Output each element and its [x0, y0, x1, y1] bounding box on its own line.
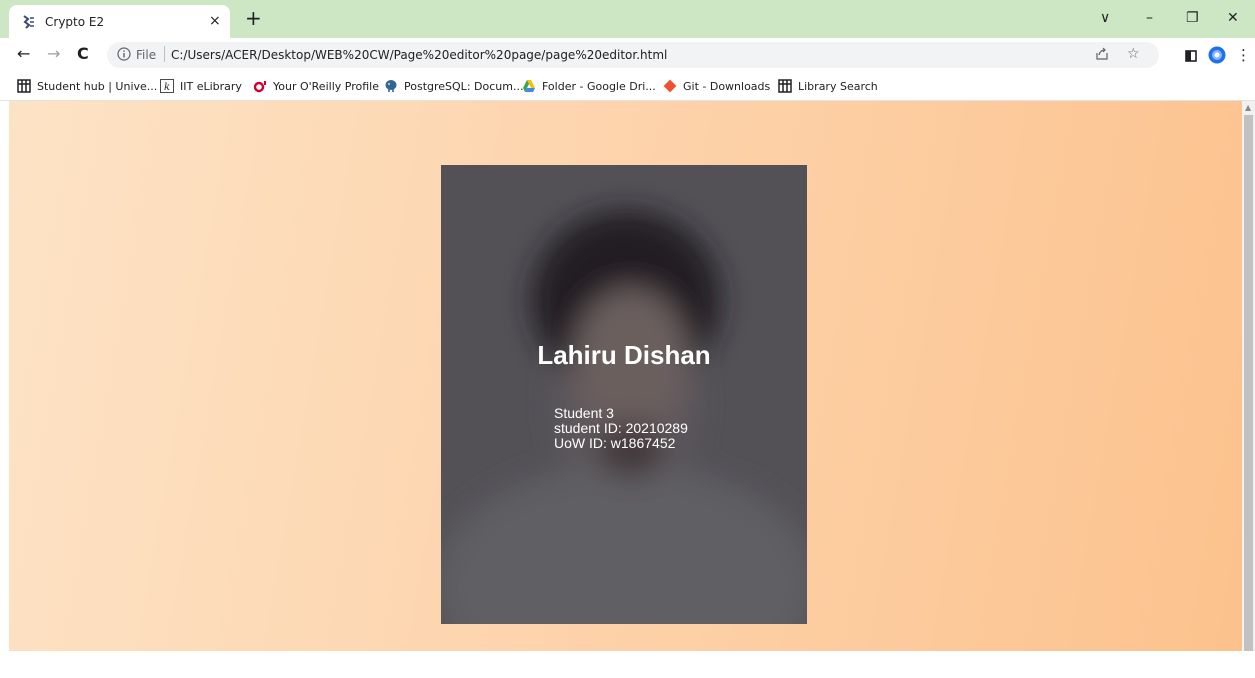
crypto-favicon-icon: [23, 15, 34, 29]
k-icon: k: [160, 79, 174, 93]
restore-icon[interactable]: ❐: [1186, 10, 1199, 26]
bookmark-label: Library Search: [798, 79, 878, 93]
uow-id: UoW ID: w1867452: [554, 435, 676, 451]
window-bottom-edge: [0, 651, 1255, 678]
bookmark-label: PostgreSQL: Docum...: [404, 79, 524, 93]
share-icon[interactable]: [1095, 47, 1109, 61]
minimize-icon[interactable]: –: [1146, 10, 1153, 26]
page-viewport: Lahiru Dishan Student 3 student ID: 2021…: [9, 101, 1242, 651]
address-bar[interactable]: File C:/Users/ACER/Desktop/WEB%20CW/Page…: [107, 42, 1159, 68]
bookmarks-bar: Student hub | Unive... k IIT eLibrary Yo…: [0, 72, 1255, 101]
bookmark-git-downloads[interactable]: Git - Downloads: [663, 78, 770, 94]
grid-icon: [17, 79, 31, 93]
elephant-icon: [385, 80, 397, 92]
scrollbar-thumb[interactable]: [1244, 115, 1253, 655]
bookmark-oreilly[interactable]: Your O'Reilly Profile: [253, 78, 379, 94]
scheme-divider: [164, 46, 165, 62]
bookmark-label: Git - Downloads: [683, 79, 771, 93]
bookmark-iit-elibrary[interactable]: k IIT eLibrary: [160, 78, 242, 94]
bookmark-label: Your O'Reilly Profile: [273, 79, 379, 93]
info-icon[interactable]: [117, 47, 131, 61]
bookmark-label: IIT eLibrary: [180, 79, 242, 93]
vertical-scrollbar[interactable]: ▲: [1242, 101, 1255, 655]
scroll-up-arrow-icon[interactable]: ▲: [1245, 103, 1251, 112]
tab-strip: Crypto E2 × + ∨ – ❐ ✕: [0, 0, 1255, 38]
svg-text:k: k: [164, 82, 170, 93]
bookmark-google-drive[interactable]: Folder - Google Dri...: [522, 78, 656, 94]
student-id: student ID: 20210289: [554, 420, 688, 436]
menu-kebab-icon[interactable]: ⋮: [1236, 47, 1251, 63]
student-name: Lahiru Dishan: [537, 340, 711, 370]
bookmark-label: Folder - Google Dri...: [542, 79, 656, 93]
reload-icon[interactable]: C: [77, 46, 89, 62]
bookmark-star-icon[interactable]: ☆: [1127, 47, 1140, 61]
url-text[interactable]: C:/Users/ACER/Desktop/WEB%20CW/Page%20ed…: [171, 48, 667, 62]
scheme-label: File: [136, 48, 157, 62]
side-panel-icon[interactable]: [1185, 50, 1197, 62]
student-profile-card: Lahiru Dishan Student 3 student ID: 2021…: [441, 165, 807, 624]
bookmark-student-hub[interactable]: Student hub | Unive...: [17, 78, 157, 94]
drive-icon: [523, 80, 535, 92]
card-dark-overlay: [441, 165, 807, 624]
tab-search-icon[interactable]: ∨: [1100, 10, 1110, 26]
forward-arrow-icon[interactable]: →: [47, 46, 60, 62]
bookmark-postgresql[interactable]: PostgreSQL: Docum...: [384, 78, 523, 94]
browser-toolbar: ← → C File C:/Users/ACER/Desktop/WEB%20C…: [0, 38, 1255, 72]
oreilly-icon: [253, 81, 266, 93]
student-details: Student 3 student ID: 20210289 UoW ID: w…: [554, 406, 688, 451]
student-role: Student 3: [554, 405, 614, 421]
close-window-icon[interactable]: ✕: [1227, 10, 1239, 26]
bookmark-library-search[interactable]: Library Search: [778, 78, 878, 94]
grid-icon: [778, 79, 792, 93]
new-tab-button[interactable]: +: [245, 8, 262, 28]
git-icon: [663, 79, 677, 93]
tab-title: Crypto E2: [45, 15, 105, 29]
browser-tab-active[interactable]: Crypto E2 ×: [9, 5, 230, 38]
back-arrow-icon[interactable]: ←: [17, 46, 30, 62]
tab-close-icon[interactable]: ×: [209, 13, 221, 29]
profile-icon[interactable]: [1208, 46, 1226, 64]
bookmark-label: Student hub | Unive...: [37, 79, 158, 93]
